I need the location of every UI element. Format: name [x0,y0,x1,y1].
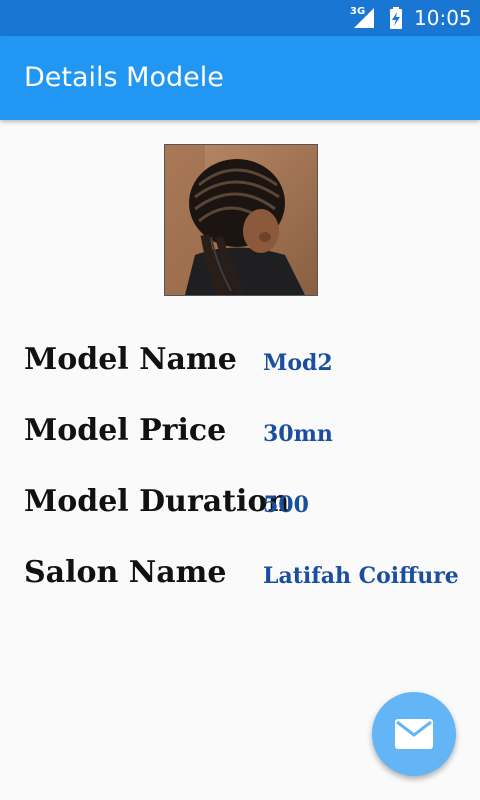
signal-icon [354,8,374,28]
model-price-value: 30mn [263,421,333,447]
model-name-value: Mod2 [263,350,333,376]
salon-name-label: Salon Name [24,555,227,590]
app-bar: Details Modele [0,36,480,120]
model-name-label: Model Name [24,342,237,377]
model-image [164,144,318,296]
detail-row-model-name: Model Name Mod2 [0,342,480,382]
salon-name-value: Latifah Coiffure [263,563,459,589]
contact-fab-button[interactable] [372,692,456,776]
status-time: 10:05 [414,6,472,30]
model-duration-value: 500 [263,492,309,518]
page-title: Details Modele [24,62,224,93]
model-price-label: Model Price [24,413,227,448]
detail-row-model-duration: Model Duration 500 [0,484,480,524]
detail-row-salon-name: Salon Name Latifah Coiffure [0,555,480,595]
battery-charging-icon [390,7,402,29]
mail-icon [395,719,433,749]
detail-row-model-price: Model Price 30mn [0,413,480,453]
model-duration-label: Model Duration [24,484,290,519]
status-bar: 3G 10:05 [0,0,480,36]
